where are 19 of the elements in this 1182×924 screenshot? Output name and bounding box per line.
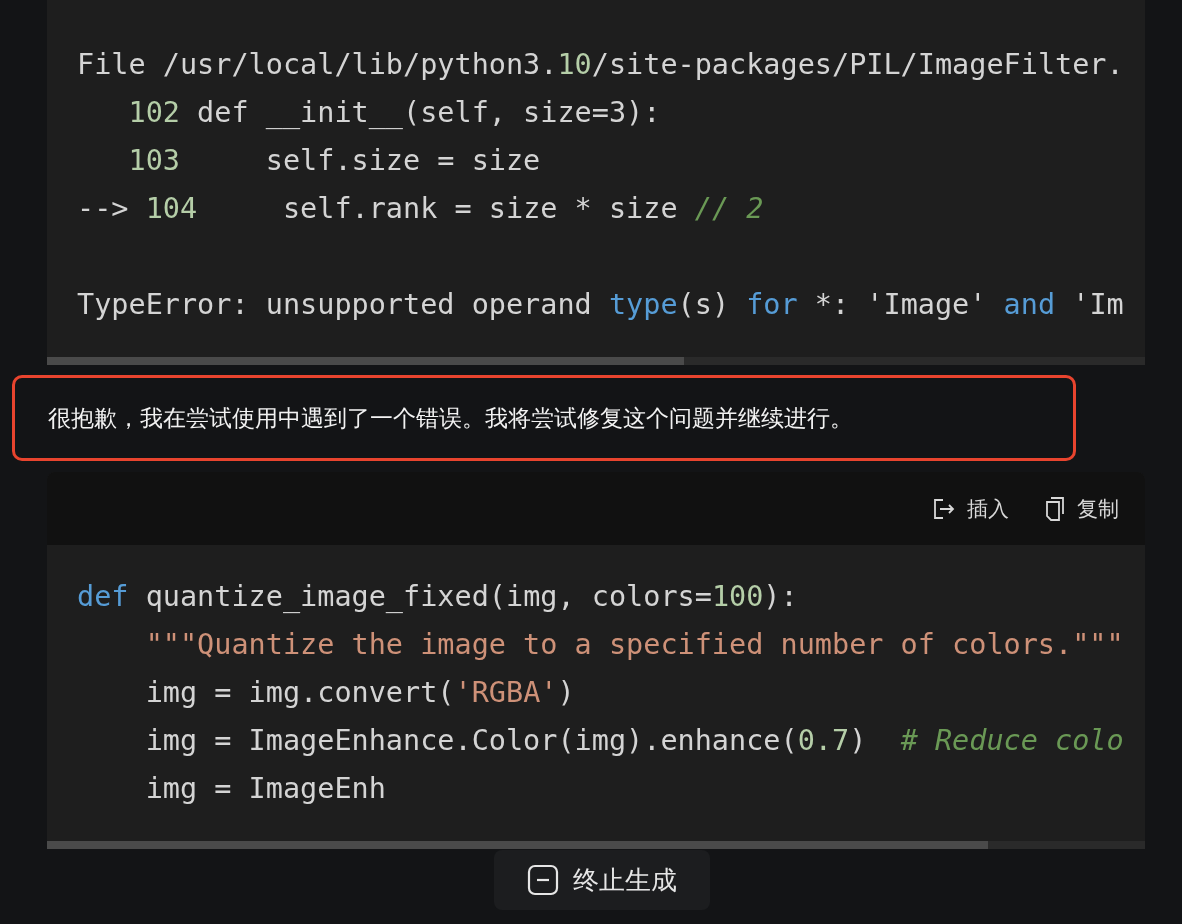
insert-button[interactable]: 插入 (929, 490, 1013, 527)
code-line: """Quantize the image to a specified number of colors.""" (144, 627, 1124, 663)
code-line: def quantize_image_fixed(img, colors=100): (77, 579, 798, 615)
code-line: img = img.convert('RGBA') (144, 675, 575, 711)
copy-button[interactable]: 复制 (1041, 490, 1123, 527)
code-line: --> 104 self.rank = size * size // 2 (77, 191, 764, 227)
code-line: img = ImageEnh (144, 771, 386, 807)
code-line: File /usr/local/lib/python3.10/site-packages/PIL/ImageFilter. (77, 47, 1124, 83)
stop-icon (527, 864, 559, 896)
code-line: img = ImageEnhance.Color(img).enhance(0.7) # Reduce colo (144, 723, 1124, 759)
scrollbar[interactable] (47, 841, 1145, 849)
stop-generating-button[interactable]: 终止生成 (494, 850, 710, 910)
insert-icon (933, 497, 955, 520)
message-text: 很抱歉，我在尝试使用中遇到了一个错误。我将尝试修复这个问题并继续进行。 (48, 403, 853, 433)
scrollbar[interactable] (47, 357, 1145, 365)
code-line: 103 self.size = size (127, 143, 541, 179)
copy-icon (1045, 496, 1065, 521)
code-line: TypeError: unsupported operand type(s) for *: 'Image' and 'Im (77, 287, 1124, 323)
code-line: 102 def __init__(self, size=3): (127, 95, 661, 131)
